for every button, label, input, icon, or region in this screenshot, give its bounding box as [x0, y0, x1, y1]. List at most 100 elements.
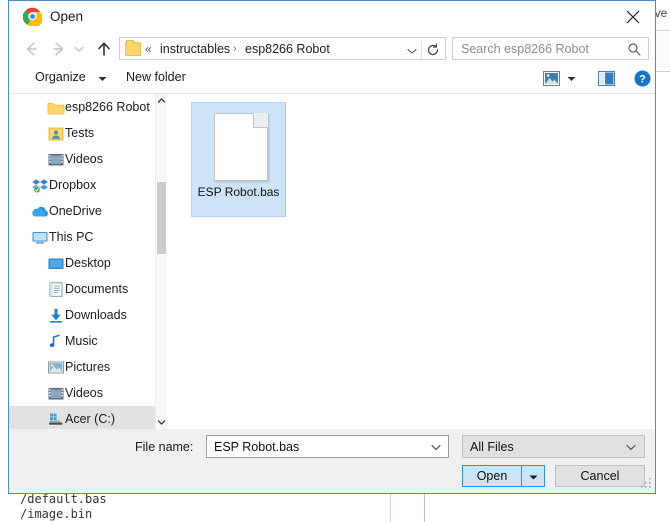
- open-split-button[interactable]: [522, 465, 545, 487]
- close-icon: [626, 10, 640, 24]
- file-item[interactable]: ESP Robot.bas: [191, 102, 286, 217]
- folder-icon: [47, 99, 65, 116]
- sidebar-item-music[interactable]: Music: [9, 328, 166, 354]
- open-button[interactable]: Open: [462, 465, 522, 487]
- svg-text:?: ?: [639, 73, 646, 85]
- sidebar-item-onedrive[interactable]: OneDrive: [9, 198, 166, 224]
- sidebar-item-label: Videos: [65, 152, 103, 166]
- chevron-down-icon[interactable]: [73, 43, 85, 55]
- sidebar-item-label: Desktop: [65, 256, 111, 270]
- sidebar-item-label: Acer (C:): [65, 412, 115, 426]
- file-type-select[interactable]: All Files: [462, 435, 645, 458]
- sidebar-item-label: This PC: [49, 230, 94, 244]
- user-folder-icon: [47, 125, 65, 142]
- dialog-body: esp8266 Robot Tests Videos Dropbox OneDrive T…: [9, 94, 655, 429]
- breadcrumb-overflow[interactable]: «: [145, 42, 152, 56]
- chevron-down-icon[interactable]: [98, 76, 107, 82]
- downloads-icon: [47, 307, 65, 324]
- drive-icon: [47, 411, 65, 428]
- chevron-down-icon[interactable]: [431, 444, 441, 451]
- music-icon: [47, 333, 65, 350]
- background-bottom-panel: /default.bas /image.bin: [0, 492, 670, 522]
- documents-icon: [47, 281, 65, 298]
- dialog-title-bar: Open: [9, 1, 655, 32]
- breadcrumb-item-instructables[interactable]: instructables: [160, 42, 230, 56]
- chevron-down-icon[interactable]: [567, 76, 576, 82]
- sidebar-item-documents[interactable]: Documents: [9, 276, 166, 302]
- document-fold: [253, 113, 268, 128]
- chevron-up-icon[interactable]: [156, 94, 167, 108]
- background-code-line-2: /image.bin: [20, 507, 93, 521]
- file-name-label: ESP Robot.bas: [197, 185, 280, 199]
- arrow-left-icon[interactable]: [21, 39, 41, 59]
- sidebar-item-esp8266-robot[interactable]: esp8266 Robot: [9, 94, 166, 120]
- background-code-line-1: /default.bas: [20, 492, 107, 506]
- breadcrumb-item-current[interactable]: esp8266 Robot: [245, 42, 330, 56]
- scrollbar-thumb[interactable]: [157, 182, 166, 254]
- chevron-down-icon[interactable]: [626, 444, 636, 451]
- sidebar-item-pictures[interactable]: Pictures: [9, 354, 166, 380]
- new-folder-button[interactable]: New folder: [126, 70, 186, 84]
- sidebar-item-label: Tests: [65, 126, 95, 140]
- sidebar-item-label: OneDrive: [49, 204, 102, 218]
- dropbox-icon: [31, 177, 49, 194]
- help-icon[interactable]: ?: [634, 70, 651, 87]
- background-panel-divider-2: [390, 494, 391, 522]
- sidebar-item-acer-c[interactable]: Acer (C:): [9, 406, 166, 429]
- address-bar[interactable]: « instructables › esp8266 Robot: [119, 37, 446, 60]
- sidebar-item-label: Downloads: [65, 308, 127, 322]
- sidebar-scrollbar[interactable]: [155, 94, 167, 429]
- file-name-input[interactable]: ESP Robot.bas: [206, 435, 449, 458]
- organize-button[interactable]: Organize: [35, 70, 86, 84]
- sidebar-item-label: Pictures: [65, 360, 111, 374]
- chevron-down-icon: [529, 475, 538, 480]
- chrome-logo-icon: [23, 7, 42, 26]
- folder-icon: [125, 40, 141, 56]
- cancel-button[interactable]: Cancel: [555, 465, 645, 487]
- file-name-value: ESP Robot.bas: [214, 440, 300, 454]
- navigation-bar: « instructables › esp8266 Robot Search e…: [9, 32, 655, 65]
- open-button-label: Open: [476, 469, 508, 483]
- videos-icon: [47, 151, 65, 168]
- dialog-title: Open: [50, 9, 84, 24]
- sidebar-item-label: Videos: [65, 386, 103, 400]
- close-button[interactable]: [611, 1, 655, 32]
- open-file-dialog: Open « instructables › esp8266 Robot Sea…: [8, 0, 656, 494]
- arrow-up-icon[interactable]: [94, 39, 114, 59]
- arrow-right-icon[interactable]: [49, 39, 69, 59]
- search-input[interactable]: Search esp8266 Robot: [452, 37, 649, 60]
- chevron-down-icon[interactable]: [406, 45, 418, 57]
- file-list-pane[interactable]: ESP Robot.bas: [167, 94, 655, 429]
- cancel-button-label: Cancel: [580, 469, 620, 483]
- sidebar-item-this-pc[interactable]: This PC: [9, 224, 166, 250]
- videos-icon: [47, 385, 65, 402]
- view-layout-icon[interactable]: [543, 71, 560, 86]
- file-type-value: All Files: [470, 440, 514, 454]
- sidebar-item-label: Documents: [65, 282, 129, 296]
- breadcrumb-separator: ›: [233, 43, 237, 55]
- sidebar-item-label: Dropbox: [49, 178, 97, 192]
- desktop-icon: [47, 255, 65, 272]
- sidebar-item-tests[interactable]: Tests: [9, 120, 166, 146]
- search-placeholder: Search esp8266 Robot: [461, 42, 589, 56]
- file-name-label-static: File name:: [135, 440, 194, 454]
- onedrive-icon: [31, 203, 49, 220]
- sidebar-item-downloads[interactable]: Downloads: [9, 302, 166, 328]
- sidebar-item-videos[interactable]: Videos: [9, 146, 166, 172]
- search-icon[interactable]: [627, 42, 641, 56]
- sidebar-item-label: esp8266 Robot: [65, 100, 150, 114]
- pictures-icon: [47, 359, 65, 376]
- sidebar-item-label: Music: [65, 334, 98, 348]
- chevron-down-icon[interactable]: [156, 415, 167, 429]
- sidebar-item-desktop[interactable]: Desktop: [9, 250, 166, 276]
- navigation-sidebar[interactable]: esp8266 Robot Tests Videos Dropbox OneDrive T…: [9, 94, 166, 429]
- refresh-icon[interactable]: [426, 43, 440, 57]
- this-pc-icon: [31, 229, 49, 246]
- address-divider: [421, 40, 422, 59]
- dialog-footer: File name: ESP Robot.bas All Files Open …: [9, 429, 655, 491]
- document-icon: [214, 113, 268, 181]
- sidebar-item-videos[interactable]: Videos: [9, 380, 166, 406]
- sidebar-item-dropbox[interactable]: Dropbox: [9, 172, 166, 198]
- preview-pane-icon[interactable]: [598, 71, 615, 86]
- resize-grip-icon[interactable]: [641, 478, 651, 488]
